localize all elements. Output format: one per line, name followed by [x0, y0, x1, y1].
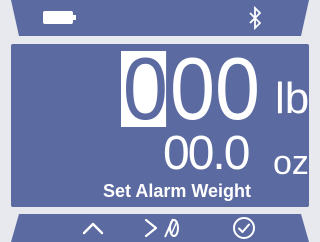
up-button[interactable]	[78, 214, 108, 242]
lb-digit-hundreds[interactable]: 0	[121, 45, 168, 133]
check-circle-icon	[233, 217, 255, 239]
lb-unit-label: lb	[275, 74, 310, 123]
next-zero-icon	[144, 218, 179, 238]
confirm-button[interactable]	[229, 214, 259, 242]
chevron-up-icon	[82, 222, 104, 235]
oz-unit-label: oz	[273, 144, 309, 182]
weight-display-panel: 0 0 0 lb 00.0 oz Set Alarm Weight	[11, 44, 309, 207]
lb-digit-tens[interactable]: 0	[170, 45, 215, 133]
screen-caption: Set Alarm Weight	[102, 181, 252, 201]
battery-full-icon	[43, 11, 76, 24]
weight-values: 0 0 0 lb 00.0 oz Set Alarm Weight	[11, 44, 309, 207]
scale-display-device: 0 0 0 lb 00.0 oz Set Alarm Weight	[0, 0, 320, 242]
next-zero-button[interactable]	[140, 214, 184, 242]
lb-digits: 0 0 0	[121, 45, 260, 133]
bluetooth-icon	[249, 6, 261, 30]
lb-digit-ones[interactable]: 0	[215, 45, 260, 133]
oz-value[interactable]: 00.0	[163, 130, 250, 178]
